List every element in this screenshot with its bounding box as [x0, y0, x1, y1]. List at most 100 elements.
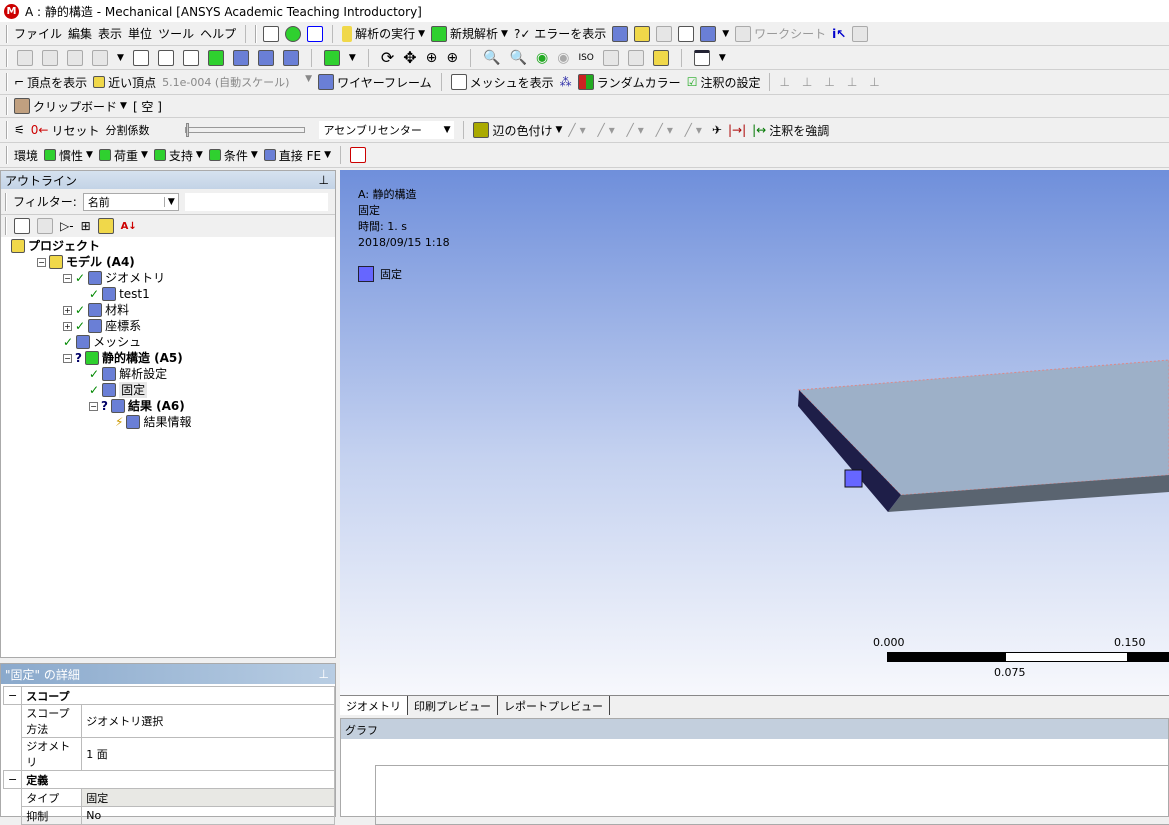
scale-select[interactable]: 5.1e-004 (自動スケール) ▼: [162, 74, 312, 90]
sort-az-icon[interactable]: A↓: [121, 221, 137, 232]
extend-selection-icon[interactable]: [323, 49, 340, 66]
select-edge-icon[interactable]: [157, 49, 174, 66]
thicken-annotation-icon[interactable]: ✈: [712, 123, 722, 137]
details-row[interactable]: ジオメトリ 1 面: [4, 737, 335, 771]
probe-icon[interactable]: [17, 49, 33, 66]
filter-select[interactable]: 名前 ▼: [82, 192, 179, 211]
section-plane-icon[interactable]: [612, 25, 629, 42]
refresh-icon[interactable]: [14, 218, 30, 234]
expand-toggle[interactable]: −: [63, 273, 72, 283]
show-errors-button[interactable]: ?✓ エラーを表示: [514, 25, 606, 42]
menu-tools[interactable]: ツール: [158, 25, 194, 42]
iso-view-icon[interactable]: ISO: [578, 53, 593, 63]
zoom-icon[interactable]: ⊕: [426, 50, 438, 66]
viewport-layout-icon[interactable]: [693, 49, 710, 66]
model-geometry[interactable]: [340, 170, 1169, 695]
reset-button[interactable]: 0← リセット: [31, 122, 100, 139]
label-icon[interactable]: [634, 25, 651, 42]
commands-icon[interactable]: [350, 147, 366, 163]
menu-help[interactable]: ヘルプ: [200, 25, 236, 42]
edge-direction-icons[interactable]: ⊥⊥⊥⊥⊥: [779, 75, 891, 89]
pin-icon[interactable]: ⊥: [319, 173, 335, 187]
zoom-box-icon[interactable]: 🔍: [510, 50, 527, 66]
expand-toggle[interactable]: +: [63, 305, 72, 315]
next-view-icon[interactable]: ◉: [557, 50, 569, 66]
coordinate-pick-icon[interactable]: [67, 49, 83, 66]
image-icon[interactable]: [700, 25, 717, 42]
new-analysis-button[interactable]: 新規解析 ▼: [431, 25, 508, 42]
tab-geometry[interactable]: ジオメトリ: [340, 696, 408, 715]
triad-icon[interactable]: ⁂: [560, 75, 572, 89]
collapse-toggle[interactable]: −: [2, 686, 23, 705]
expand-toggle[interactable]: −: [63, 353, 72, 363]
clipboard-button[interactable]: クリップボード ▼: [14, 98, 127, 115]
pan-icon[interactable]: ✥: [403, 48, 416, 67]
comment-icon[interactable]: [678, 25, 695, 42]
box-zoom-icon[interactable]: ⊕: [446, 50, 458, 66]
eraser-icon[interactable]: [37, 218, 53, 234]
tree-item[interactable]: −? 静的構造 (A5): [63, 350, 183, 366]
tree-item[interactable]: − モデル (A4): [37, 254, 135, 270]
menu-units[interactable]: 単位: [128, 25, 152, 42]
tab-print-preview[interactable]: 印刷プレビュー: [408, 696, 498, 715]
tab-report-preview[interactable]: レポートプレビュー: [498, 696, 610, 715]
ruler-icon[interactable]: [652, 49, 669, 66]
details-row[interactable]: タイプ 固定: [4, 788, 335, 807]
expand-toggle[interactable]: +: [63, 321, 72, 331]
expand-toggle[interactable]: −: [37, 257, 46, 267]
zoom-fit-icon[interactable]: 🔍: [483, 50, 500, 66]
loads-button[interactable]: 荷重 ▼: [98, 147, 148, 164]
direct-fe-button[interactable]: 直接 FE ▼: [263, 147, 331, 164]
show-mesh-button[interactable]: メッシュを表示: [450, 74, 554, 91]
highlight-annotation-button[interactable]: |↔ 注釈を強調: [752, 122, 829, 139]
conditions-button[interactable]: 条件 ▼: [208, 147, 258, 164]
expand-toggle[interactable]: −: [89, 401, 98, 411]
hide-icon[interactable]: [602, 49, 619, 66]
details-section[interactable]: − 定義: [2, 770, 335, 789]
menu-view[interactable]: 表示: [98, 25, 122, 42]
collapse-toggle[interactable]: −: [2, 770, 23, 789]
select-face-icon[interactable]: [182, 49, 199, 66]
rotate-icon[interactable]: ⟳: [381, 48, 394, 67]
menu-edit[interactable]: 編集: [68, 25, 92, 42]
show-all-icon[interactable]: [627, 49, 644, 66]
select-node-icon[interactable]: [232, 49, 249, 66]
tree-item[interactable]: − ✓ ジオメトリ: [63, 270, 165, 286]
details-section[interactable]: − スコープ: [2, 686, 335, 705]
close-vertices-button[interactable]: 近い頂点: [93, 74, 156, 91]
supports-button[interactable]: 支持 ▼: [153, 147, 203, 164]
graphics-viewport[interactable]: A: 静的構造 固定 時間: 1. s 2018/09/15 1:18 固定 0…: [340, 170, 1169, 695]
pin-icon[interactable]: ⊥: [319, 667, 335, 681]
show-vertex-icon[interactable]: |→|: [728, 123, 746, 137]
show-vertices-button[interactable]: ⌐ 頂点を表示: [14, 74, 87, 91]
annotation-settings-button[interactable]: ☑ 注釈の設定: [687, 74, 761, 91]
select-mode-icon[interactable]: [92, 49, 108, 66]
menu-file[interactable]: ファイル: [14, 25, 62, 42]
folder-icon[interactable]: [97, 218, 114, 234]
tag-icon[interactable]: [852, 25, 869, 42]
edge-coloring-button[interactable]: 辺の色付け ▼: [473, 122, 562, 139]
collapse-icon[interactable]: ▷-: [60, 219, 74, 233]
split-factor-slider[interactable]: [185, 123, 306, 137]
expand-all-icon[interactable]: ⊞: [81, 219, 91, 233]
connect-icon[interactable]: [307, 25, 324, 42]
tree-item[interactable]: −? 結果 (A6): [89, 398, 185, 414]
random-colors-button[interactable]: ランダムカラー: [577, 74, 681, 91]
edge-display-icons[interactable]: ╱▾ ╱▾ ╱▾ ╱▾ ╱▾: [568, 123, 706, 137]
tree-item[interactable]: + ✓ 座標系: [63, 318, 141, 334]
tree-item[interactable]: ⚡ 結果情報: [115, 414, 191, 430]
tree-item[interactable]: ✓ test1: [89, 286, 150, 302]
details-row[interactable]: 抑制 No: [4, 806, 335, 825]
inertial-button[interactable]: 慣性 ▼: [44, 147, 93, 164]
info-cursor-icon[interactable]: i↖: [832, 27, 846, 41]
select-element-face-icon[interactable]: [257, 49, 274, 66]
pick-icon[interactable]: [42, 49, 58, 66]
console-icon[interactable]: [263, 25, 280, 42]
tree-item[interactable]: ✓ メッシュ: [63, 334, 141, 350]
chart-icon[interactable]: [656, 25, 673, 42]
select-body-icon[interactable]: [207, 49, 224, 66]
wireframe-button[interactable]: ワイヤーフレーム: [318, 74, 432, 91]
tree-item[interactable]: + ✓ 材料: [63, 302, 129, 318]
tree-item[interactable]: ✓ 解析設定: [89, 366, 167, 382]
solve-button[interactable]: 解析の実行 ▼: [342, 25, 425, 42]
